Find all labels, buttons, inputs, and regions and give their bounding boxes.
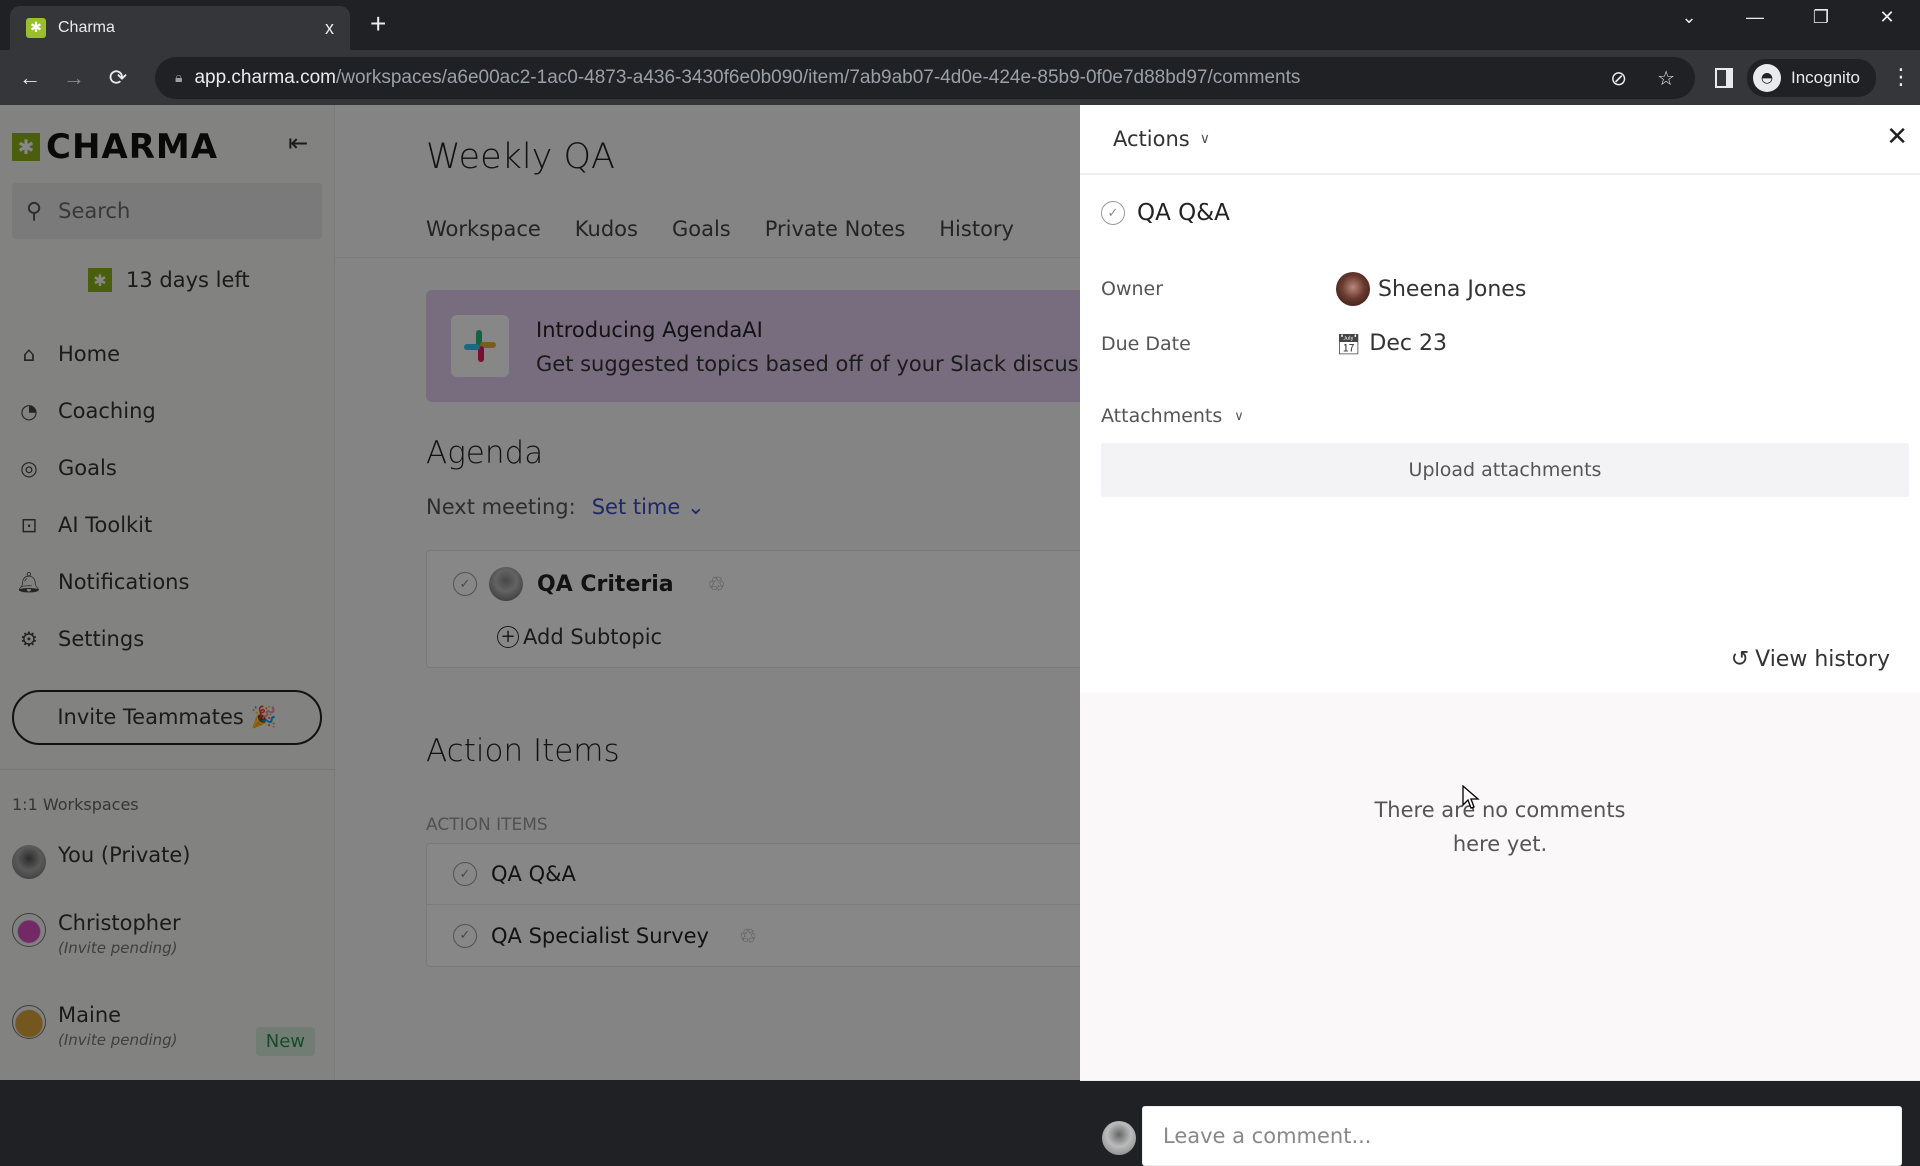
comments-section: There are no comments here yet. [1080,693,1920,1166]
tab-title: Charma [58,19,115,36]
chevron-down-icon: ∨ [1234,408,1244,424]
mouse-cursor-icon [1462,785,1480,809]
browser-tab[interactable]: ✱ Charma x [10,6,350,50]
empty-comments-message: There are no comments here yet. [1080,793,1920,861]
side-panel-icon[interactable] [1715,67,1733,88]
window-close-button[interactable]: ✕ [1854,7,1920,28]
upload-attachments-button[interactable]: Upload attachments [1101,443,1909,497]
calendar-icon: 📅︎ [1336,331,1362,356]
due-date-label: Due Date [1101,332,1191,355]
charma-favicon-icon: ✱ [26,18,46,38]
close-panel-button[interactable]: ✕ [1886,121,1908,152]
action-item-detail-panel: Actions ∨ ✕ ✓ QA Q&A Owner Sheena Jones … [1080,105,1920,1166]
avatar [1102,1121,1136,1155]
item-title[interactable]: QA Q&A [1137,200,1230,226]
empty-comments-line2: here yet. [1452,832,1548,856]
tracking-protection-icon[interactable]: ⊘ [1610,66,1627,90]
lock-icon[interactable]: 🔒︎ [175,70,182,86]
empty-comments-line1: There are no comments [1374,798,1626,822]
actions-dropdown[interactable]: Actions ∨ [1113,127,1210,151]
owner-name: Sheena Jones [1378,276,1527,302]
bookmark-star-icon[interactable]: ☆ [1657,66,1675,90]
avatar [1336,272,1370,306]
window-controls: ⌄ — ❐ ✕ [1656,0,1920,34]
tab-search-icon[interactable]: ⌄ [1656,7,1722,28]
url-host: app.charma.com [194,67,336,88]
browser-menu-icon[interactable]: ⋮ [1890,65,1912,90]
tab-close-icon[interactable]: x [325,18,334,39]
owner-label: Owner [1101,278,1164,300]
back-button[interactable]: ← [8,65,52,91]
due-date-field: Due Date 📅︎ Dec 23 [1101,331,1447,356]
incognito-label: Incognito [1791,67,1860,87]
actions-label: Actions [1113,127,1190,151]
incognito-icon: ◓ [1753,63,1781,92]
chevron-down-icon: ∨ [1199,131,1210,147]
restore-button[interactable]: ❐ [1788,7,1854,28]
due-date-picker[interactable]: 📅︎ Dec 23 [1336,331,1447,356]
url-path: /workspaces/a6e00ac2-1ac0-4873-a436-3430… [335,67,1301,88]
incognito-profile-button[interactable]: ◓ Incognito [1747,58,1876,97]
due-date-value: Dec 23 [1369,331,1447,356]
minimize-button[interactable]: — [1722,7,1788,28]
view-history-label: View history [1755,647,1890,672]
forward-button[interactable]: → [52,65,96,91]
comment-divider [1080,1080,1920,1081]
reload-button[interactable]: ⟳ [96,65,140,91]
history-icon: ↺ [1730,647,1750,672]
comment-input[interactable] [1142,1106,1902,1166]
owner-field: Owner Sheena Jones [1101,272,1526,306]
charma-app: ✱ CHARMA ⇤ ⚲ ✱ 13 days left ⌂ Home ◔ Coa… [0,105,1920,1166]
attachments-label: Attachments [1101,405,1223,427]
panel-header: Actions ∨ ✕ [1080,105,1920,175]
url-bar[interactable]: 🔒︎ app.charma.com/workspaces/a6e00ac2-1a… [155,57,1695,99]
modal-backdrop[interactable] [0,105,1080,1080]
owner-selector[interactable]: Sheena Jones [1336,272,1526,306]
check-circle-icon[interactable]: ✓ [1101,201,1125,225]
view-history-button[interactable]: ↺ View history [1731,647,1890,672]
item-title-row: ✓ QA Q&A [1101,200,1230,226]
browser-tab-bar: ✱ Charma x + ⌄ — ❐ ✕ [0,0,1920,50]
address-toolbar: ← → ⟳ 🔒︎ app.charma.com/workspaces/a6e00… [0,50,1920,105]
new-tab-button[interactable]: + [370,8,386,40]
attachments-toggle[interactable]: Attachments ∨ [1101,405,1244,427]
